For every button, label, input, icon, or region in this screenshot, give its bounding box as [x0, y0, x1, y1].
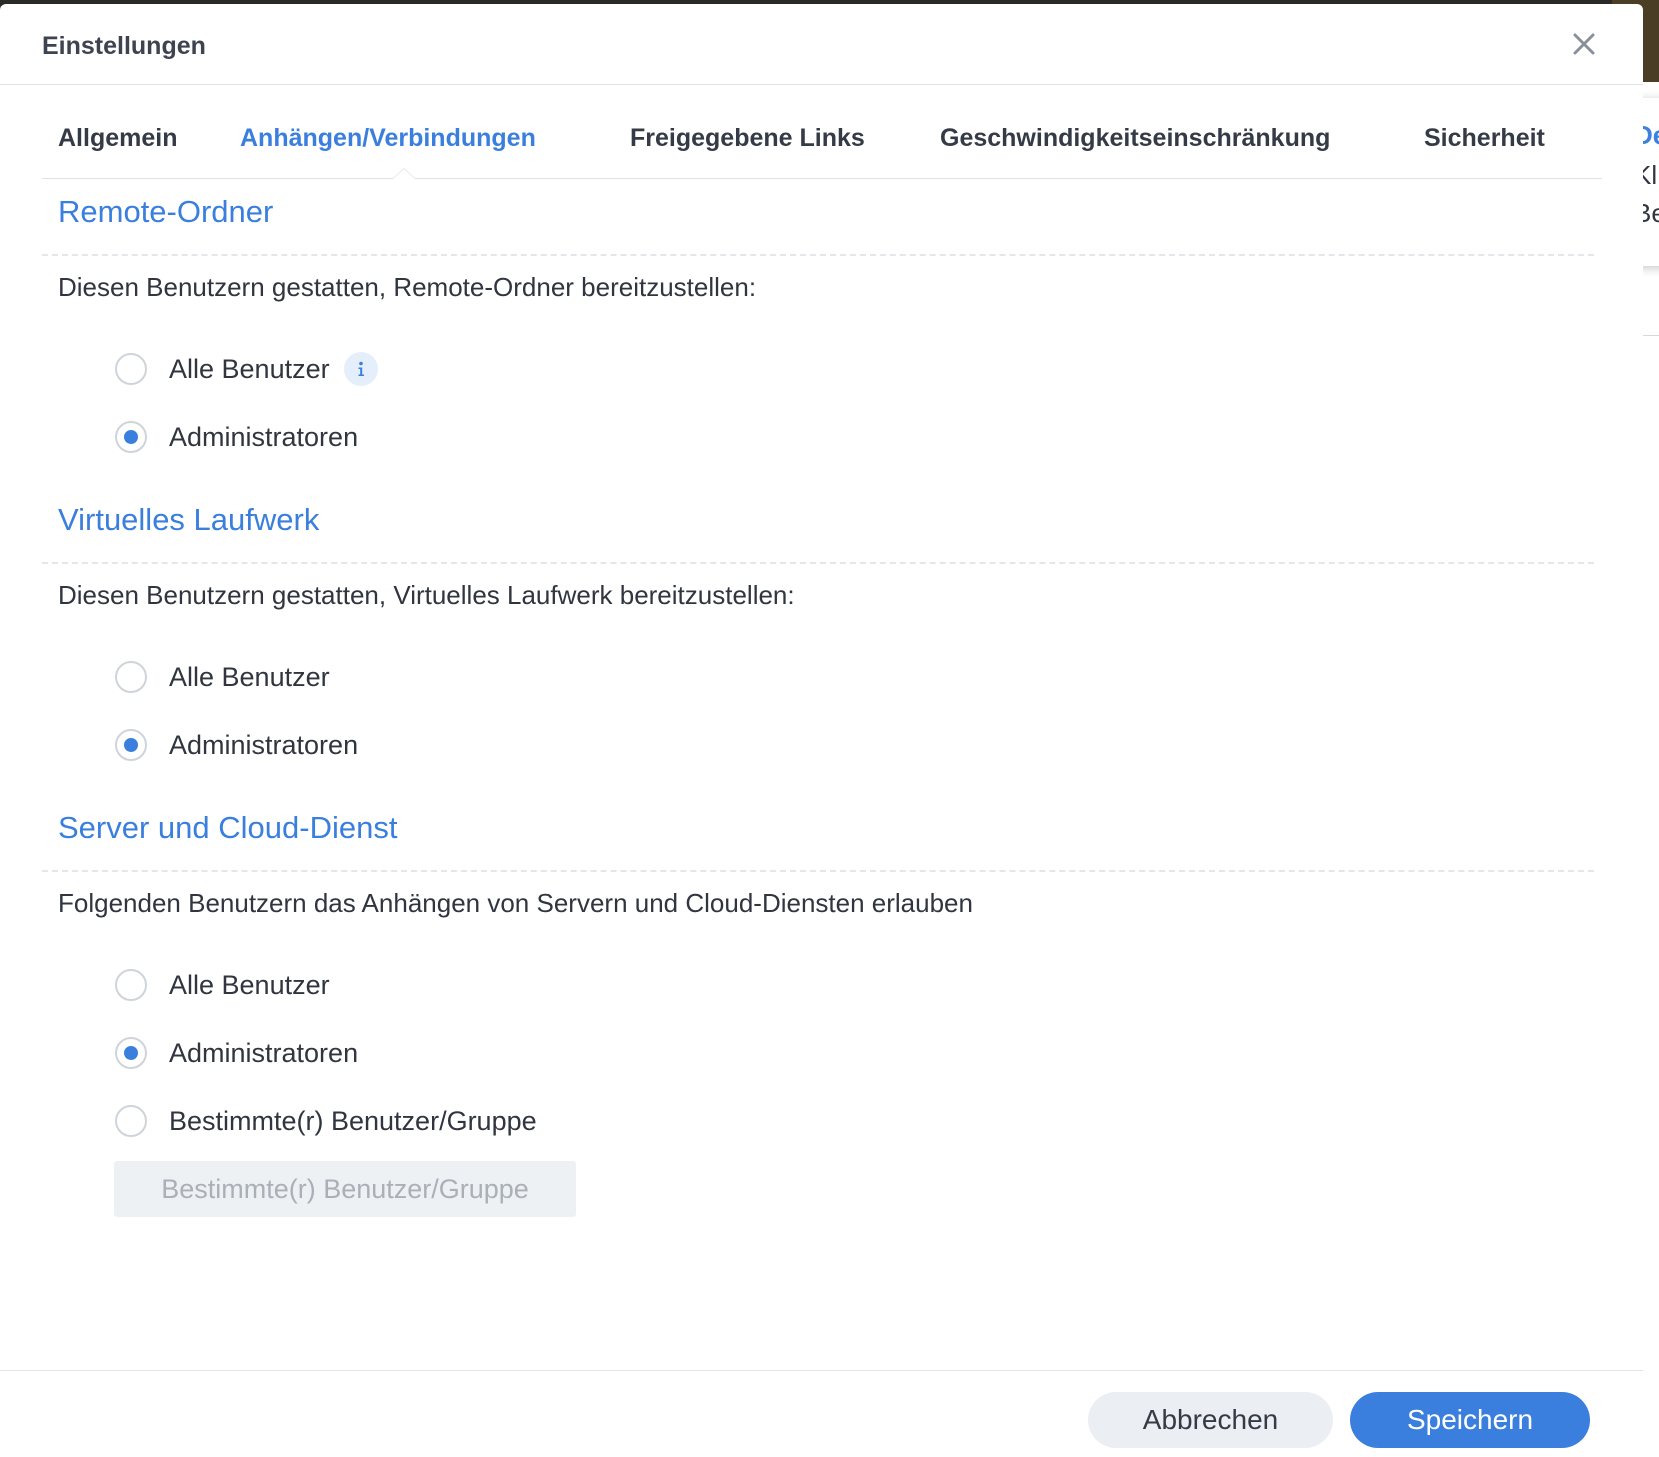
- radio-remote-administratoren[interactable]: Administratoren: [115, 417, 358, 457]
- radio-button[interactable]: [115, 1105, 147, 1137]
- cancel-button[interactable]: Abbrechen: [1088, 1392, 1333, 1448]
- radio-server-bestimmte-benutzer[interactable]: Bestimmte(r) Benutzer/Gruppe: [115, 1101, 537, 1141]
- info-icon[interactable]: [343, 352, 378, 386]
- radio-button[interactable]: [115, 661, 147, 693]
- tab-freigegebene-links[interactable]: Freigegebene Links: [630, 124, 865, 153]
- close-icon: [1573, 33, 1595, 55]
- dialog-footer: Abbrechen Speichern: [0, 1370, 1643, 1457]
- radio-server-alle-benutzer[interactable]: Alle Benutzer: [115, 965, 330, 1005]
- tab-anhaengen-verbindungen[interactable]: Anhängen/Verbindungen: [240, 124, 536, 153]
- section-description: Diesen Benutzern gestatten, Remote-Ordne…: [58, 272, 757, 302]
- radio-label: Administratoren: [169, 421, 359, 452]
- radio-laufwerk-alle-benutzer[interactable]: Alle Benutzer: [115, 657, 330, 697]
- radio-button[interactable]: [115, 353, 147, 385]
- radio-label: Administratoren: [169, 729, 359, 760]
- section-title-server-cloud: Server und Cloud-Dienst: [58, 810, 398, 845]
- background-divider: [1642, 335, 1659, 336]
- section-description: Diesen Benutzern gestatten, Virtuelles L…: [58, 580, 795, 610]
- dialog-header: Einstellungen: [0, 4, 1643, 85]
- select-users-button-disabled: Bestimmte(r) Benutzer/Gruppe: [114, 1161, 576, 1217]
- settings-dialog: Einstellungen Allgemein Anhängen/Verbind…: [0, 4, 1643, 1457]
- radio-label: Administratoren: [169, 1037, 359, 1068]
- section-title-virtuelles-laufwerk: Virtuelles Laufwerk: [58, 502, 320, 537]
- radio-button-checked[interactable]: [115, 421, 147, 453]
- save-button[interactable]: Speichern: [1350, 1392, 1590, 1448]
- radio-button-checked[interactable]: [115, 729, 147, 761]
- radio-laufwerk-administratoren[interactable]: Administratoren: [115, 725, 358, 765]
- radio-server-administratoren[interactable]: Administratoren: [115, 1033, 358, 1073]
- section-title-remote-ordner: Remote-Ordner: [58, 194, 274, 229]
- radio-label: Alle Benutzer: [169, 661, 330, 692]
- dialog-title: Einstellungen: [42, 32, 206, 60]
- info-glyph: [358, 361, 364, 376]
- radio-button-checked[interactable]: [115, 1037, 147, 1069]
- radio-label: Alle Benutzer: [169, 353, 330, 384]
- section-divider: [42, 870, 1594, 872]
- tab-geschwindigkeitseinschraenkung[interactable]: Geschwindigkeitseinschränkung: [940, 124, 1330, 153]
- section-divider: [42, 562, 1594, 564]
- radio-label: Alle Benutzer: [169, 969, 330, 1000]
- close-button[interactable]: [1566, 26, 1602, 62]
- radio-button[interactable]: [115, 969, 147, 1001]
- section-description: Folgenden Benutzern das Anhängen von Ser…: [58, 888, 973, 918]
- tab-sicherheit[interactable]: Sicherheit: [1424, 124, 1545, 153]
- radio-remote-alle-benutzer[interactable]: Alle Benutzer: [115, 349, 378, 389]
- tab-bar: Allgemein Anhängen/Verbindungen Freigege…: [42, 94, 1602, 179]
- radio-label: Bestimmte(r) Benutzer/Gruppe: [169, 1105, 537, 1136]
- tab-allgemein[interactable]: Allgemein: [58, 124, 177, 153]
- section-divider: [42, 254, 1594, 256]
- active-tab-pointer: [392, 168, 416, 179]
